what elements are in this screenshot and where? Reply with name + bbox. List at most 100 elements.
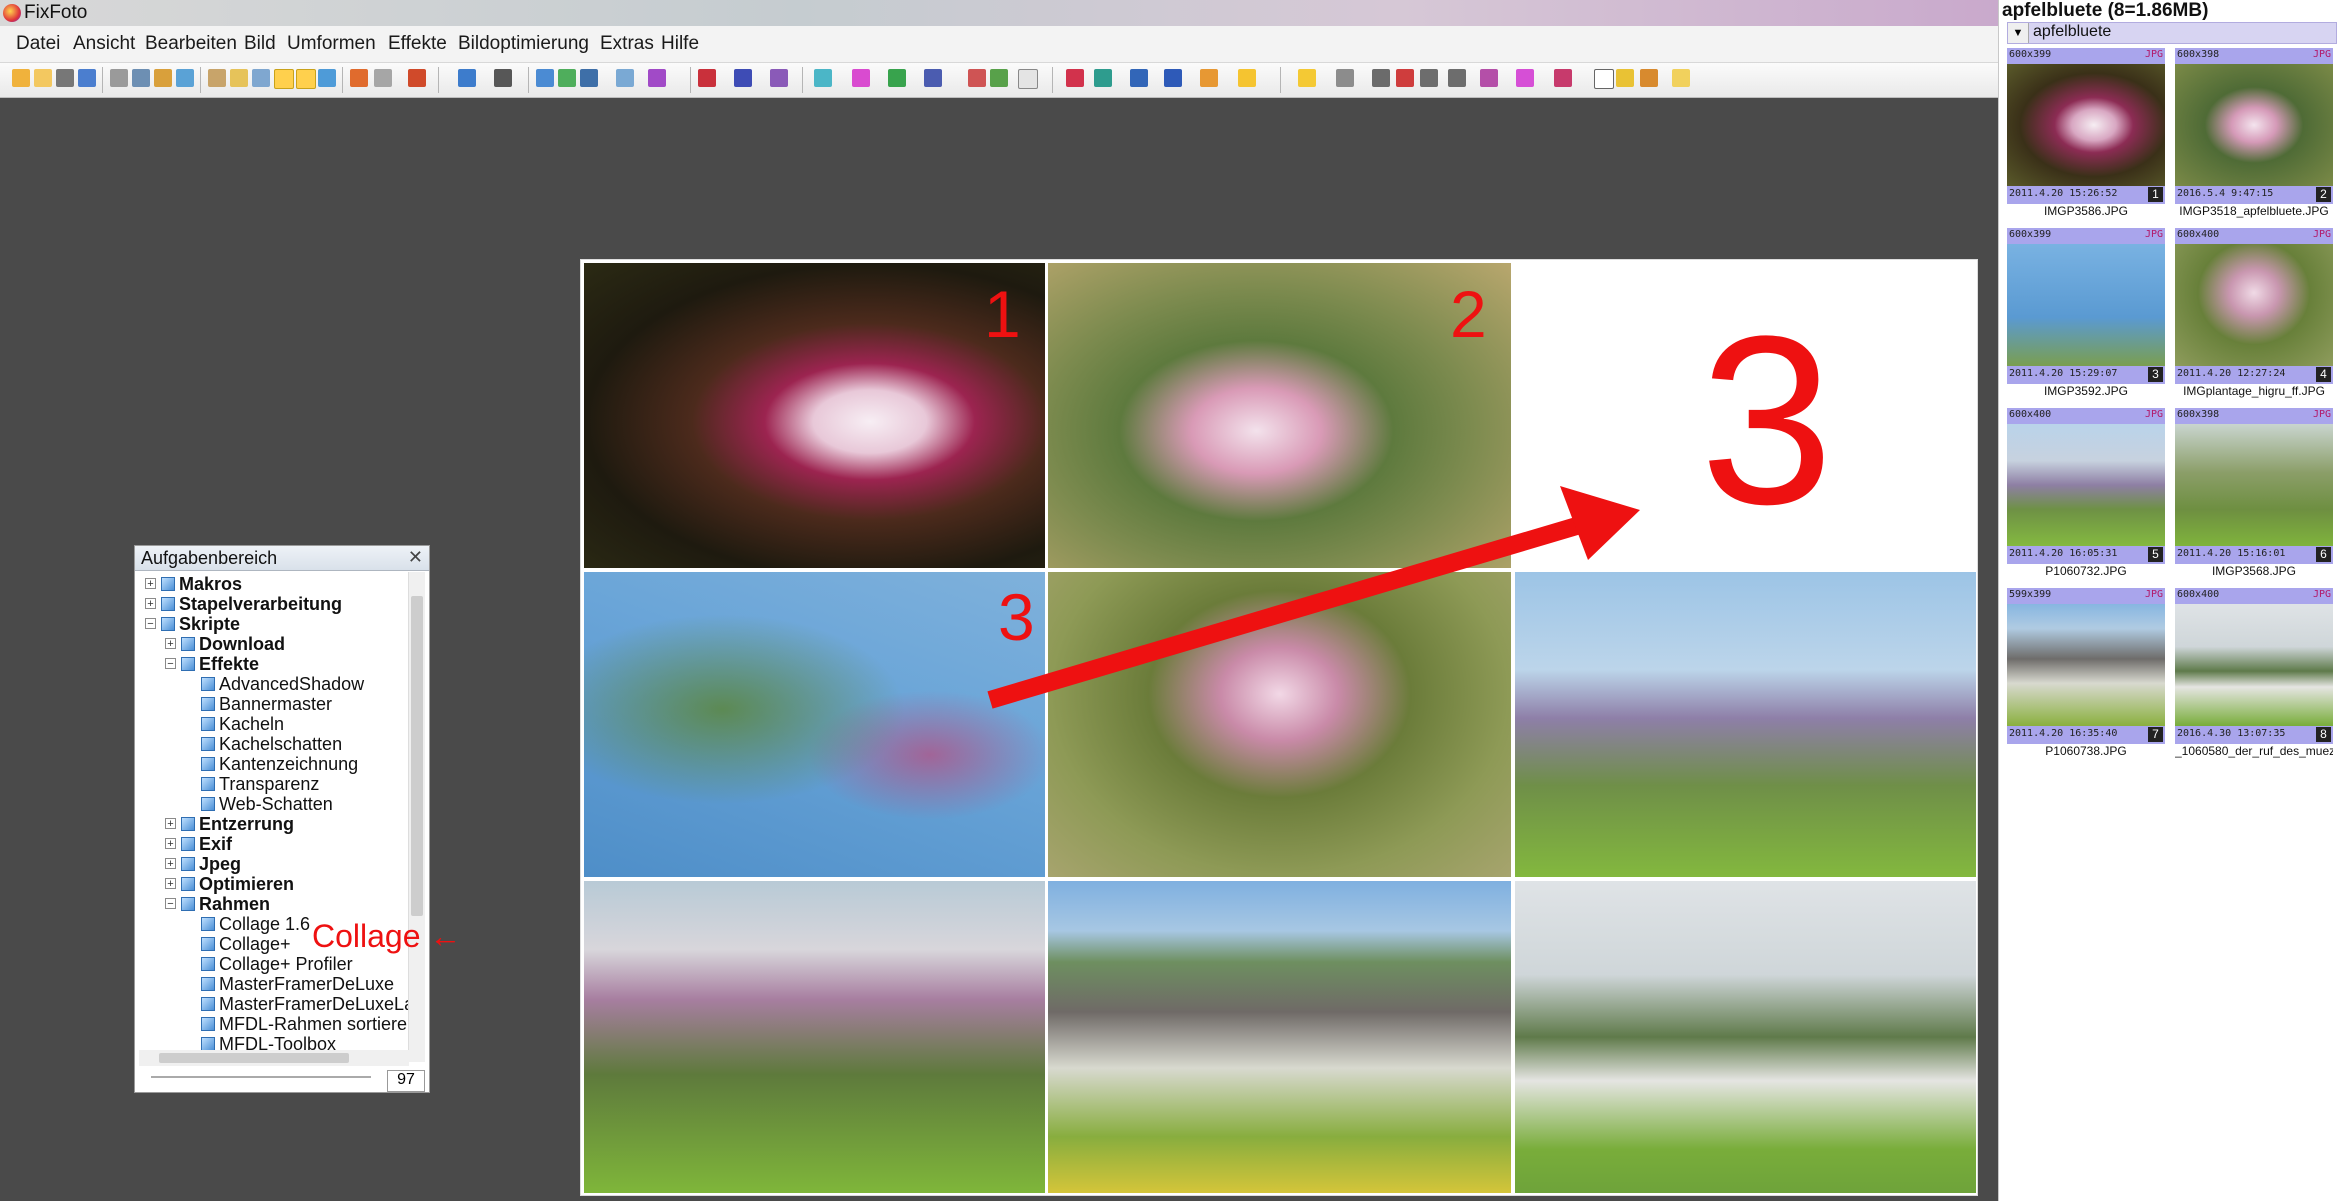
thumb-format: JPG xyxy=(2312,409,2331,420)
thumb-dimensions: 600x400 xyxy=(2009,409,2052,420)
tree-item[interactable]: Transparenz xyxy=(219,774,319,794)
thumb-filename: P1060738.JPG xyxy=(2045,744,2127,758)
folder-name: apfelbluete xyxy=(2033,23,2112,40)
tree-item[interactable]: Rahmen xyxy=(199,894,270,914)
tree-expander-icon[interactable]: − xyxy=(165,658,176,670)
tree-expander-icon[interactable]: − xyxy=(145,618,156,630)
thumbnail-item[interactable]: 600x400 JPG 2011.4.20 16:05:31 5 P1060732.JP… xyxy=(2007,408,2165,584)
tree-item[interactable]: AdvancedShadow xyxy=(219,674,364,694)
tree-item[interactable]: Stapelverarbeitung xyxy=(179,594,342,614)
script-icon xyxy=(181,657,195,671)
thumbnail-image xyxy=(2007,604,2165,726)
thumb-index-badge: 1 xyxy=(2148,187,2163,202)
tree-item[interactable]: Jpeg xyxy=(199,854,241,874)
thumbnail-image xyxy=(2175,64,2333,186)
tree-item[interactable]: Exif xyxy=(199,834,232,854)
script-icon xyxy=(161,597,175,611)
tree-item[interactable]: MasterFramerDeLuxe xyxy=(219,974,394,994)
tree-expander-icon[interactable]: + xyxy=(165,638,176,650)
tree-expander-icon[interactable]: + xyxy=(165,818,176,830)
thumb-dimensions: 600x399 xyxy=(2009,49,2052,60)
thumb-filename: IMGP3592.JPG xyxy=(2043,384,2129,398)
script-icon xyxy=(181,877,195,891)
tree-item[interactable]: Makros xyxy=(179,574,242,594)
thumb-info-bar: 600x400 JPG xyxy=(2007,408,2165,424)
zoom-value[interactable]: 97 xyxy=(387,1070,425,1092)
thumbnail-image xyxy=(2007,424,2165,546)
horizontal-scrollbar[interactable] xyxy=(139,1050,409,1066)
vertical-scrollbar[interactable] xyxy=(408,572,425,1062)
thumb-format: JPG xyxy=(2144,49,2163,60)
thumbnail-item[interactable]: 600x399 JPG 2011.4.20 15:29:07 3 IMGP3592.JP… xyxy=(2007,228,2165,404)
thumbnail-item[interactable]: 600x398 JPG 2011.4.20 15:16:01 6 IMGP3568.JP… xyxy=(2175,408,2333,584)
tree-item[interactable]: MFDL-Rahmen sortierer xyxy=(219,1014,413,1034)
thumb-index-badge: 5 xyxy=(2148,547,2163,562)
thumb-filename: IMGP3518_apfelbluete.JPG xyxy=(2179,204,2329,218)
zoom-slider[interactable] xyxy=(151,1076,371,1078)
tree-item[interactable]: Kachelschatten xyxy=(219,734,342,754)
thumb-info-bar: 600x398 JPG xyxy=(2175,408,2333,424)
script-icon xyxy=(201,977,215,991)
thumb-date-bar: 2016.4.30 13:07:35 8 xyxy=(2175,726,2333,744)
tree-item[interactable]: Optimieren xyxy=(199,874,294,894)
tree-expander-icon[interactable]: + xyxy=(145,578,156,590)
thumb-date: 2016.5.4 9:47:15 xyxy=(2177,188,2274,199)
thumb-format: JPG xyxy=(2312,49,2331,60)
thumbnail-image xyxy=(2175,604,2333,726)
thumbnail-item[interactable]: 599x399 JPG 2011.4.20 16:35:40 7 P1060738.JP… xyxy=(2007,588,2165,764)
folder-bar[interactable]: ▼ apfelbluete xyxy=(2007,22,2337,44)
tree-item[interactable]: MasterFramerDeLuxeLar xyxy=(219,994,420,1014)
script-icon xyxy=(201,737,215,751)
tree-item[interactable]: Collage 1.6 xyxy=(219,914,310,934)
thumb-date-bar: 2016.5.4 9:47:15 2 xyxy=(2175,186,2333,204)
thumb-date-bar: 2011.4.20 15:26:52 1 xyxy=(2007,186,2165,204)
thumbnail-item[interactable]: 600x400 JPG 2016.4.30 13:07:35 8 _1060580_de… xyxy=(2175,588,2333,764)
thumb-filename: IMGplantage_higru_ff.JPG xyxy=(2183,384,2325,398)
thumb-index-badge: 6 xyxy=(2316,547,2331,562)
tree-item[interactable]: Collage+ Profiler xyxy=(219,954,353,974)
script-icon xyxy=(201,717,215,731)
chevron-down-icon[interactable]: ▼ xyxy=(2008,23,2029,43)
thumb-date-bar: 2011.4.20 16:35:40 7 xyxy=(2007,726,2165,744)
thumbnail-item[interactable]: 600x398 JPG 2016.5.4 9:47:15 2 IMGP3518_apfe… xyxy=(2175,48,2333,224)
tree-item[interactable]: Kacheln xyxy=(219,714,284,734)
tree-item[interactable]: Kantenzeichnung xyxy=(219,754,358,774)
thumb-filename: IMGP3586.JPG xyxy=(2043,204,2129,218)
tree-item[interactable]: Bannermaster xyxy=(219,694,332,714)
tree-expander-icon[interactable]: − xyxy=(165,898,176,910)
thumb-date-bar: 2011.4.20 16:05:31 5 xyxy=(2007,546,2165,564)
thumb-format: JPG xyxy=(2144,229,2163,240)
thumb-filename: IMGP3568.JPG xyxy=(2211,564,2297,578)
script-icon xyxy=(201,697,215,711)
script-icon xyxy=(181,897,195,911)
thumbnail-item[interactable]: 600x399 JPG 2011.4.20 15:26:52 1 IMGP3586.JP… xyxy=(2007,48,2165,224)
thumb-filename: _1060580_der_ruf_des_muez... xyxy=(2175,744,2333,758)
thumb-index-badge: 3 xyxy=(2148,367,2163,382)
thumb-date: 2011.4.20 15:26:52 xyxy=(2009,188,2118,199)
thumb-date: 2011.4.20 16:05:31 xyxy=(2009,548,2118,559)
thumb-index-badge: 7 xyxy=(2148,727,2163,742)
tree-item[interactable]: Download xyxy=(199,634,285,654)
script-icon xyxy=(201,1037,215,1051)
thumbnail-image xyxy=(2007,244,2165,366)
task-panel-header: Aufgabenbereich ✕ xyxy=(135,546,429,571)
tree-item[interactable]: Effekte xyxy=(199,654,259,674)
thumb-date: 2011.4.20 15:16:01 xyxy=(2177,548,2286,559)
thumb-dimensions: 600x400 xyxy=(2177,589,2220,600)
tree-expander-icon[interactable]: + xyxy=(165,878,176,890)
script-icon xyxy=(161,617,175,631)
tree-item[interactable]: Collage+ xyxy=(219,934,291,954)
image-browser-panel: apfelbluete (8=1.86MB) ▼ apfelbluete 600… xyxy=(1998,0,2351,1201)
script-icon xyxy=(201,997,215,1011)
thumbnail-item[interactable]: 600x400 JPG 2011.4.20 12:27:24 4 IMGplantage… xyxy=(2175,228,2333,404)
close-icon[interactable]: ✕ xyxy=(408,547,423,568)
tree-item[interactable]: Web-Schatten xyxy=(219,794,333,814)
tree-expander-icon[interactable]: + xyxy=(165,858,176,870)
tree-expander-icon[interactable]: + xyxy=(165,838,176,850)
script-icon xyxy=(201,917,215,931)
script-icon xyxy=(201,957,215,971)
thumb-format: JPG xyxy=(2312,589,2331,600)
tree-item[interactable]: Skripte xyxy=(179,614,240,634)
tree-item[interactable]: Entzerrung xyxy=(199,814,294,834)
tree-expander-icon[interactable]: + xyxy=(145,598,156,610)
